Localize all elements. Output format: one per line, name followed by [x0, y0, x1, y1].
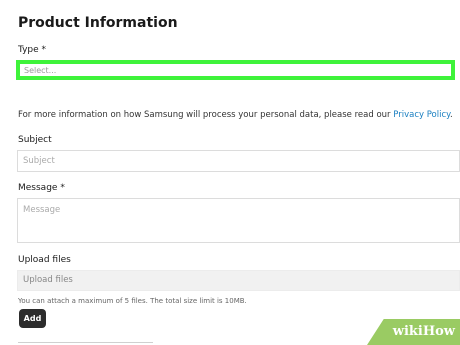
upload-placeholder: Upload files: [23, 275, 73, 285]
message-required-marker: *: [60, 183, 65, 193]
subject-placeholder: Subject: [23, 156, 55, 166]
subject-label: Subject: [18, 135, 52, 145]
type-select-placeholder: Select...: [24, 66, 57, 75]
privacy-notice-end: .: [449, 110, 453, 120]
section-title: Product Information: [18, 15, 178, 31]
type-label-text: Type: [18, 45, 39, 55]
type-select[interactable]: Select...: [16, 60, 455, 80]
type-label: Type *: [18, 45, 46, 55]
add-button[interactable]: Add: [19, 309, 46, 328]
upload-label: Upload files: [18, 255, 71, 265]
message-label: Message *: [18, 183, 65, 193]
message-label-text: Message: [18, 183, 58, 193]
upload-files-field[interactable]: Upload files: [17, 270, 460, 291]
subject-input[interactable]: Subject: [17, 150, 460, 172]
privacy-notice: For more information on how Samsung will…: [18, 110, 453, 120]
privacy-policy-link[interactable]: Privacy Policy: [393, 110, 450, 120]
wikihow-watermark: wikiHow: [367, 319, 460, 345]
message-textarea[interactable]: Message: [17, 198, 460, 243]
message-placeholder: Message: [23, 205, 61, 215]
divider: [18, 342, 153, 343]
privacy-notice-text: For more information on how Samsung will…: [18, 110, 394, 120]
type-required-marker: *: [41, 45, 47, 55]
upload-limit-note: You can attach a maximum of 5 files. The…: [18, 297, 247, 305]
